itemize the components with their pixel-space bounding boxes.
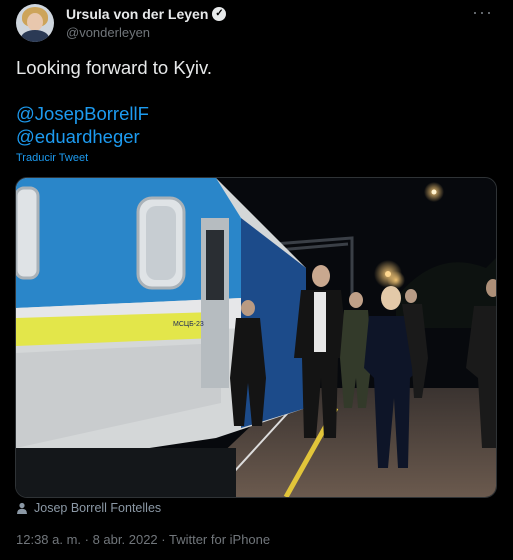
tweet-body: Looking forward to Kyiv.: [16, 57, 213, 78]
train-label: МСЦБ-23: [173, 321, 204, 328]
tweet-metadata[interactable]: 12:38 a. m. · 8 abr. 2022 · Twitter for …: [16, 532, 270, 547]
photo-credit-name[interactable]: Josep Borrell Fontelles: [34, 501, 161, 515]
verified-badge-icon: ✓: [212, 7, 227, 21]
mention-link[interactable]: @eduardheger: [16, 125, 497, 148]
more-options-icon[interactable]: ···: [472, 2, 493, 23]
author-name-row[interactable]: Ursula von der Leyen ✓: [66, 6, 227, 22]
person-icon: [17, 502, 27, 514]
tweet-text: Looking forward to Kyiv. @JosepBorrellF …: [16, 56, 497, 148]
author-info: Ursula von der Leyen ✓ @vonderleyen: [66, 6, 227, 40]
avatar[interactable]: [16, 4, 54, 42]
tweet-photo[interactable]: МСЦБ-23: [15, 177, 497, 498]
author-handle[interactable]: @vonderleyen: [66, 25, 226, 40]
author-display-name[interactable]: Ursula von der Leyen: [66, 6, 208, 22]
photo-credit[interactable]: Josep Borrell Fontelles: [16, 501, 161, 515]
train-station-photo: МСЦБ-23: [16, 178, 496, 497]
tweet-header: Ursula von der Leyen ✓ @vonderleyen ···: [16, 2, 501, 44]
translate-tweet-link[interactable]: Traducir Tweet: [16, 152, 88, 164]
mention-link[interactable]: @JosepBorrellF: [16, 102, 497, 125]
